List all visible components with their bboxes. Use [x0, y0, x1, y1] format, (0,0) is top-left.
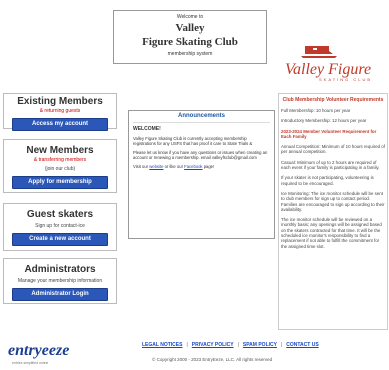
req-annual: Annual Competition: Minimum of 10 hours …	[281, 144, 385, 155]
entryeeze-tagline: entries simplified online	[12, 361, 49, 365]
footer-links: LEGAL NOTICES | PRIVACY POLICY | SPAM POLICY…	[142, 342, 319, 348]
existing-members-box: Existing Members & returning guests Acce…	[3, 93, 117, 131]
administrators-note: Manage your membership information	[17, 278, 103, 284]
footer-separator: |	[280, 342, 283, 348]
new-members-note: (join our club)	[44, 166, 76, 172]
announcement-visit-suffix: page!	[202, 164, 215, 169]
privacy-policy-link[interactable]: PRIVACY POLICY	[192, 342, 234, 348]
new-members-box: New Members & transferring members (join…	[3, 139, 117, 193]
new-members-subtitle: & transferring members	[33, 157, 87, 163]
announcement-paragraph-3: Visit our website or like our Facebook p…	[133, 164, 270, 169]
create-account-button[interactable]: Create a new account	[12, 233, 108, 246]
logo-script: Valley Figure	[285, 61, 371, 78]
welcome-text: Welcome to	[176, 14, 204, 20]
req-intro-membership: Introductory Membership: 12 hours per ye…	[281, 118, 367, 124]
footer-separator: |	[237, 342, 239, 348]
club-name-line2: Figure Skating Club	[142, 36, 238, 48]
access-account-button[interactable]: Access my account	[12, 118, 108, 131]
req-ice-monitoring: Ice Monitoring: The ice monitor schedule…	[281, 190, 385, 212]
copyright-text: © Copyright 2000 - 2023 EntryEeze, LLC. …	[152, 357, 273, 362]
req-schedule: The ice monitor schedule will be reviewe…	[281, 217, 382, 249]
announcement-paragraph-2: Please let us know if you have any quest…	[133, 150, 268, 160]
existing-members-subtitle: & returning guests	[39, 108, 81, 114]
entryeeze-logo[interactable]: entryeeze	[8, 342, 69, 360]
req-full-membership: Full Membership: 10 hours per year	[281, 108, 351, 113]
contact-us-link[interactable]: CONTACT US	[286, 342, 318, 348]
volunteer-requirements-panel: Club Membership Volunteer Requirements F…	[278, 93, 388, 330]
existing-members-title: Existing Members	[17, 96, 103, 107]
req-not-participating: If your skater is not participating, vol…	[281, 175, 374, 186]
req-casual: Casual: Minimum of up to 2 hours are req…	[281, 159, 380, 171]
announcement-visit-prefix: Visit our	[133, 164, 150, 169]
administrators-box: Administrators Manage your membership in…	[3, 258, 117, 304]
announcements-title: Announcements	[133, 111, 270, 123]
guest-skaters-note: Sign up for contact-ice	[35, 223, 85, 229]
website-link[interactable]: website	[149, 164, 163, 169]
legal-notices-link[interactable]: LEGAL NOTICES	[142, 342, 182, 348]
announcement-welcome: WELCOME!	[133, 126, 161, 132]
system-name: membership system	[167, 51, 213, 57]
header-box: Welcome to Valley Figure Skating Club me…	[113, 10, 267, 64]
announcements-body: WELCOME! Valley Figure Skating Club is c…	[129, 123, 274, 170]
administrator-login-button[interactable]: Administrator Login	[12, 288, 108, 301]
logo-small-caps: SKATING CLUB	[319, 77, 372, 82]
req-highlight: 2023-2024 Member Volunteer Requirement f…	[281, 128, 377, 139]
club-logo: Valley Figure SKATING CLUB	[283, 42, 387, 82]
requirements-title: Club Membership Volunteer Requirements	[282, 97, 384, 103]
guest-skaters-box: Guest skaters Sign up for contact-ice Cr…	[3, 203, 117, 251]
apply-membership-button[interactable]: Apply for membership	[12, 176, 108, 189]
new-members-title: New Members	[26, 145, 94, 156]
announcements-panel: Announcements WELCOME! Valley Figure Ska…	[128, 110, 275, 239]
announcement-visit-mid: or like our	[163, 164, 185, 169]
announcement-paragraph-1: Valley Figure Skating Club is currently …	[133, 136, 253, 146]
footer-separator: |	[186, 342, 188, 348]
guest-skaters-title: Guest skaters	[26, 209, 94, 220]
facebook-link[interactable]: Facebook	[184, 164, 202, 169]
administrators-title: Administrators	[24, 264, 96, 275]
spam-policy-link[interactable]: SPAM POLICY	[243, 342, 277, 348]
club-name-line1: Valley	[175, 22, 205, 34]
